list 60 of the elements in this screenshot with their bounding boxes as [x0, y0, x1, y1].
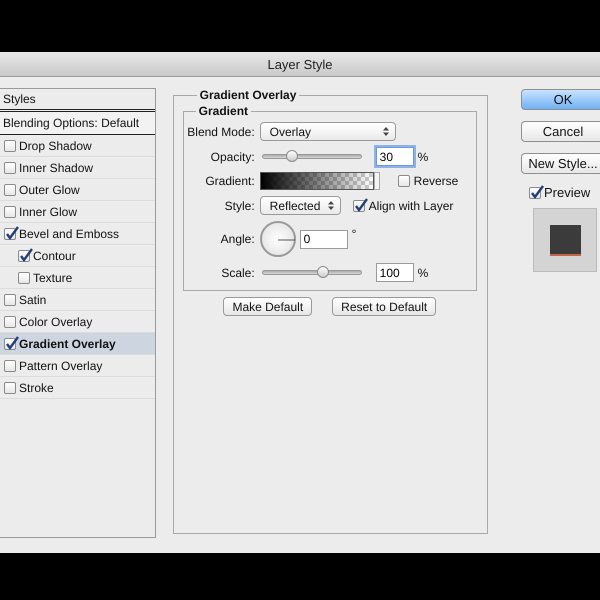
- dialog-button[interactable]: New Style...: [521, 153, 600, 174]
- checkbox[interactable]: [4, 338, 16, 350]
- checkbox[interactable]: [4, 316, 16, 328]
- make-default-button[interactable]: Make Default: [223, 297, 312, 316]
- style-item[interactable]: Inner Glow: [0, 201, 155, 223]
- checkbox[interactable]: [352, 200, 365, 212]
- preview-checkbox[interactable]: [529, 186, 541, 198]
- field-label: Angle:: [220, 232, 256, 246]
- unit-label: °: [352, 227, 356, 241]
- style-item[interactable]: Stroke: [0, 377, 155, 399]
- checkbox[interactable]: [4, 162, 16, 174]
- dialog-button[interactable]: OK: [521, 89, 600, 110]
- window-title: Layer Style: [267, 56, 333, 72]
- scale-field[interactable]: 100: [376, 263, 414, 282]
- stepper-icon: [382, 127, 389, 136]
- style-item[interactable]: Pattern Overlay: [0, 355, 155, 377]
- checkbox-label: Align with Layer: [368, 198, 454, 212]
- field-label: Style:: [224, 198, 256, 212]
- checkbox[interactable]: [4, 140, 16, 152]
- checkbox[interactable]: [18, 250, 30, 262]
- group-title: Gradient: [198, 104, 250, 118]
- field-label: Opacity:: [210, 150, 256, 164]
- style-item[interactable]: Drop Shadow: [0, 135, 155, 157]
- checkbox-label: Preview: [544, 185, 590, 200]
- checkbox[interactable]: [18, 272, 30, 284]
- checkbox[interactable]: [398, 175, 410, 187]
- checkbox[interactable]: [4, 184, 16, 196]
- field-label: Scale:: [220, 266, 256, 280]
- preview-thumbnail: [533, 208, 597, 272]
- reset-default-button[interactable]: Reset to Default: [332, 297, 436, 316]
- opacity-field[interactable]: 30: [376, 147, 414, 166]
- group-title: Gradient Overlay: [198, 88, 298, 102]
- checkbox[interactable]: [4, 228, 16, 240]
- dialog-button[interactable]: Cancel: [521, 121, 600, 142]
- angle-indicator-icon: [276, 238, 297, 242]
- unit-label: %: [418, 266, 428, 280]
- gradient-swatch[interactable]: [260, 172, 374, 190]
- style-item[interactable]: Satin: [0, 289, 155, 311]
- style-item[interactable]: Texture: [0, 267, 155, 289]
- blending-options-item[interactable]: Blending Options: Default: [0, 112, 155, 135]
- stepper-icon: [328, 201, 334, 210]
- checkbox[interactable]: [4, 294, 16, 306]
- checkbox[interactable]: [4, 382, 16, 394]
- checkbox-label: Reverse: [414, 174, 458, 188]
- style-dropdown[interactable]: Reflected: [260, 196, 341, 215]
- blend-mode-dropdown[interactable]: Overlay: [260, 122, 396, 141]
- angle-field[interactable]: 0: [300, 230, 348, 248]
- style-item[interactable]: Gradient Overlay: [0, 333, 155, 355]
- unit-label: %: [418, 150, 428, 164]
- checkbox[interactable]: [4, 206, 16, 218]
- style-item[interactable]: Bevel and Emboss: [0, 223, 155, 245]
- style-item[interactable]: Outer Glow: [0, 179, 155, 201]
- field-label: Blend Mode:: [186, 124, 256, 138]
- checkbox[interactable]: [4, 360, 16, 372]
- field-label: Gradient:: [204, 174, 256, 188]
- style-item[interactable]: Contour: [0, 245, 155, 267]
- slider-thumb[interactable]: [317, 266, 330, 278]
- slider-thumb[interactable]: [286, 150, 298, 162]
- style-item[interactable]: Inner Shadow: [0, 157, 155, 179]
- angle-dial[interactable]: [260, 221, 296, 257]
